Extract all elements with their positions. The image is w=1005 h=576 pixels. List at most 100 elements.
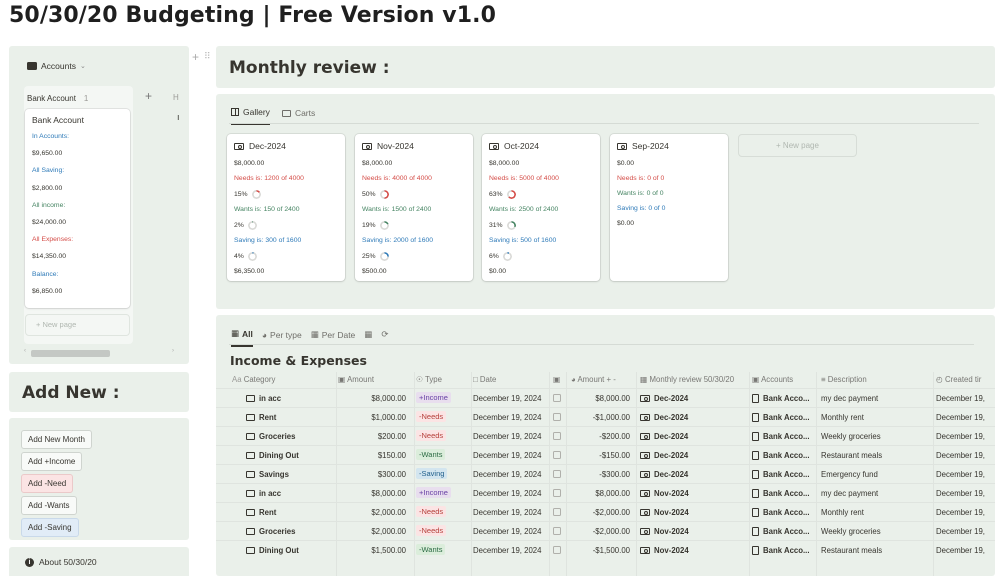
row-type[interactable]: -Wants xyxy=(416,544,446,555)
row-date[interactable]: December 19, 2024 xyxy=(473,432,541,441)
table-row[interactable]: in acc $8,000.00 +Income December 19, 2024 $… xyxy=(216,483,995,502)
row-account[interactable]: Bank Acco... xyxy=(752,546,810,555)
row-category[interactable]: Savings xyxy=(246,470,289,479)
row-monthly-review[interactable]: Dec-2024 xyxy=(640,451,688,460)
row-description[interactable]: Monthly rent xyxy=(821,508,864,517)
row-type[interactable]: +Income xyxy=(416,487,451,498)
table-row[interactable]: in acc $8,000.00 +Income December 19, 2024 $… xyxy=(216,388,995,407)
row-monthly-review[interactable]: Nov-2024 xyxy=(640,508,689,517)
col-header-checkbox[interactable]: ▣ xyxy=(553,375,560,384)
row-type[interactable]: +Income xyxy=(416,392,451,403)
add-wants-button[interactable]: Add -Wants xyxy=(21,496,77,515)
row-monthly-review[interactable]: Dec-2024 xyxy=(640,394,688,403)
row-category[interactable]: Groceries xyxy=(246,527,295,536)
row-amount[interactable]: $200.00 xyxy=(338,432,406,441)
row-amount[interactable]: $8,000.00 xyxy=(338,394,406,403)
scroll-right-icon[interactable]: › xyxy=(172,348,174,354)
row-date[interactable]: December 19, 2024 xyxy=(473,394,541,403)
row-date[interactable]: December 19, 2024 xyxy=(473,508,541,517)
row-account[interactable]: Bank Acco... xyxy=(752,508,810,517)
row-date[interactable]: December 19, 2024 xyxy=(473,413,541,422)
row-category[interactable]: Rent xyxy=(246,413,276,422)
row-description[interactable]: my dec payment xyxy=(821,394,878,403)
month-card[interactable]: Oct-2024 $8,000.00 Needs is: 5000 of 4000 6… xyxy=(482,134,600,281)
row-type[interactable]: -Needs xyxy=(416,430,447,441)
about-toggle[interactable]: i About 50/30/20 xyxy=(25,557,97,567)
row-checkbox[interactable] xyxy=(553,527,561,537)
row-date[interactable]: December 19, 2024 xyxy=(473,470,541,479)
table-row[interactable]: Groceries $200.00 -Needs December 19, 2024 -… xyxy=(216,426,995,445)
row-account[interactable]: Bank Acco... xyxy=(752,451,810,460)
row-date[interactable]: December 19, 2024 xyxy=(473,489,541,498)
gallery-new-page-button[interactable]: + New page xyxy=(738,134,857,157)
row-description[interactable]: Weekly groceries xyxy=(821,527,881,536)
new-page-button[interactable]: + New page xyxy=(25,314,130,336)
col-header-amount-signed[interactable]: ◕ Amount + - xyxy=(571,375,616,384)
account-card[interactable]: Bank Account In Accounts: $9,650.00 All Sa… xyxy=(25,109,130,308)
row-date[interactable]: December 19, 2024 xyxy=(473,527,541,536)
row-amount[interactable]: $8,000.00 xyxy=(338,489,406,498)
month-card[interactable]: Sep-2024 $0.00 Needs is: 0 of 0 Wants is: 0… xyxy=(610,134,728,281)
table-row[interactable]: Rent $2,000.00 -Needs December 19, 2024 -$2,… xyxy=(216,502,995,521)
col-header-type[interactable]: ☉ Type xyxy=(416,375,442,384)
col-header-created[interactable]: ◴ Created tir xyxy=(936,375,981,384)
table-row[interactable]: Dining Out $150.00 -Wants December 19, 2024… xyxy=(216,445,995,464)
col-header-accounts[interactable]: ▣ Accounts xyxy=(752,375,793,384)
row-description[interactable]: Restaurant meals xyxy=(821,546,882,555)
row-amount[interactable]: $1,000.00 xyxy=(338,413,406,422)
scroll-left-icon[interactable]: ‹ xyxy=(24,348,26,354)
row-amount[interactable]: $2,000.00 xyxy=(338,527,406,536)
col-header-date[interactable]: □ Date xyxy=(473,375,496,384)
row-monthly-review[interactable]: Dec-2024 xyxy=(640,432,688,441)
row-monthly-review[interactable]: Nov-2024 xyxy=(640,489,689,498)
row-checkbox[interactable] xyxy=(553,394,561,404)
add-card-plus-icon[interactable]: + xyxy=(145,89,152,103)
table-row[interactable]: Rent $1,000.00 -Needs December 19, 2024 -$1,… xyxy=(216,407,995,426)
row-checkbox[interactable] xyxy=(553,470,561,480)
row-type[interactable]: -Needs xyxy=(416,411,447,422)
col-header-amount[interactable]: ▣ Amount xyxy=(338,375,374,384)
add-need-button[interactable]: Add -Need xyxy=(21,474,74,493)
row-monthly-review[interactable]: Dec-2024 xyxy=(640,470,688,479)
row-category[interactable]: Rent xyxy=(246,508,276,517)
table-row[interactable]: Savings $300.00 -Saving December 19, 2024 -$… xyxy=(216,464,995,483)
col-header-description[interactable]: ≡ Description xyxy=(821,375,867,384)
accounts-view-toggle[interactable]: Accounts ⌄ xyxy=(27,61,86,71)
row-description[interactable]: Weekly groceries xyxy=(821,432,881,441)
row-description[interactable]: my dec payment xyxy=(821,489,878,498)
row-description[interactable]: Emergency fund xyxy=(821,470,878,479)
row-monthly-review[interactable]: Nov-2024 xyxy=(640,546,689,555)
row-account[interactable]: Bank Acco... xyxy=(752,432,810,441)
row-amount[interactable]: $300.00 xyxy=(338,470,406,479)
col-header-monthly-review[interactable]: ▦ Monthly review 50/30/20 xyxy=(640,375,734,384)
row-account[interactable]: Bank Acco... xyxy=(752,413,810,422)
horizontal-scrollbar[interactable] xyxy=(31,350,110,357)
hidden-column-label[interactable]: H xyxy=(173,93,179,102)
row-checkbox[interactable] xyxy=(553,508,561,518)
add-saving-button[interactable]: Add -Saving xyxy=(21,518,79,537)
month-card[interactable]: Nov-2024 $8,000.00 Needs is: 4000 of 4000 5… xyxy=(355,134,473,281)
table-row[interactable]: Dining Out $1,500.00 -Wants December 19, 20… xyxy=(216,540,995,559)
block-add-icon[interactable]: + xyxy=(192,50,199,64)
row-type[interactable]: -Needs xyxy=(416,506,447,517)
row-amount[interactable]: $150.00 xyxy=(338,451,406,460)
row-category[interactable]: in acc xyxy=(246,489,281,498)
month-card[interactable]: Dec-2024 $8,000.00 Needs is: 1200 of 4000 1… xyxy=(227,134,345,281)
row-description[interactable]: Restaurant meals xyxy=(821,451,882,460)
row-amount[interactable]: $1,500.00 xyxy=(338,546,406,555)
row-checkbox[interactable] xyxy=(553,413,561,423)
row-account[interactable]: Bank Acco... xyxy=(752,489,810,498)
row-description[interactable]: Monthly rent xyxy=(821,413,864,422)
row-amount[interactable]: $2,000.00 xyxy=(338,508,406,517)
row-monthly-review[interactable]: Nov-2024 xyxy=(640,527,689,536)
row-checkbox[interactable] xyxy=(553,546,561,556)
row-checkbox[interactable] xyxy=(553,432,561,442)
col-header-category[interactable]: Aa Category xyxy=(232,375,275,384)
row-date[interactable]: December 19, 2024 xyxy=(473,546,541,555)
add-income-button[interactable]: Add +Income xyxy=(21,452,83,471)
board-column-header[interactable]: Bank Account 1 xyxy=(27,94,88,103)
row-type[interactable]: -Saving xyxy=(416,468,448,479)
row-category[interactable]: Dining Out xyxy=(246,546,299,555)
add-new-month-button[interactable]: Add New Month xyxy=(21,430,92,449)
row-account[interactable]: Bank Acco... xyxy=(752,394,810,403)
